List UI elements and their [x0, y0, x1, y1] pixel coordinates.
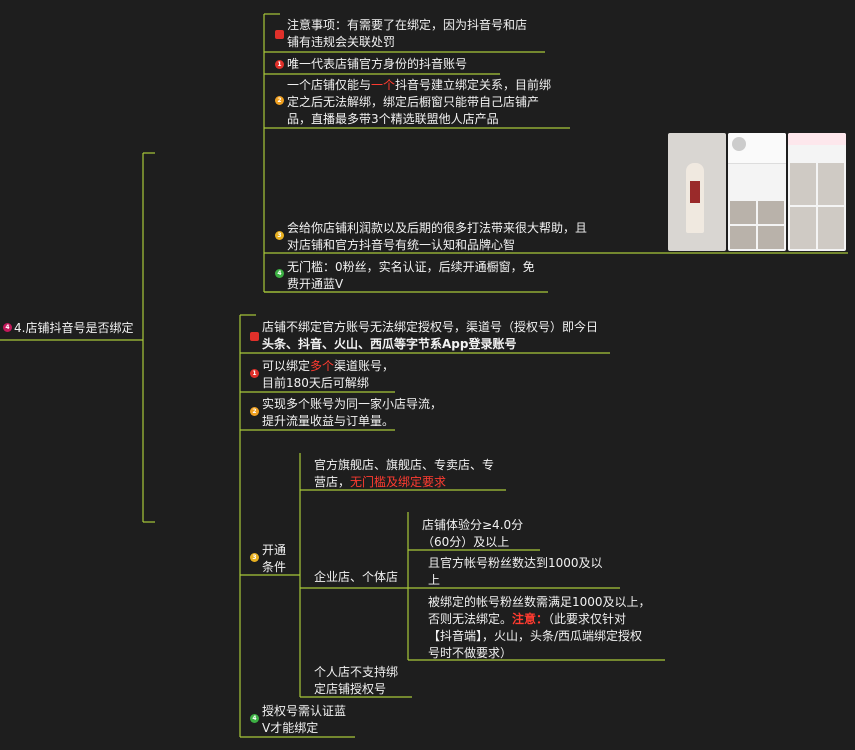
node-line: 号时不做要求）	[428, 646, 513, 660]
priority-1-icon: 1	[275, 60, 284, 69]
note-line: 铺有违规会关联处罚	[287, 35, 396, 49]
node-line: 否则无法绑定。注意：（此要求仅针对	[428, 611, 651, 628]
node-line: 店铺体验分≥4.0分	[422, 518, 524, 532]
node-line: 上	[428, 573, 441, 587]
requirement-bound-account[interactable]: 被绑定的帐号粉丝数需满足1000及以上， 否则无法绑定。注意：（此要求仅针对 【…	[428, 594, 651, 662]
top-node-1[interactable]: 唯一代表店铺官方身份的抖音账号	[287, 56, 467, 73]
priority-3-icon: 3	[250, 553, 259, 562]
requirement-score[interactable]: 店铺体验分≥4.0分 （60分）及以上	[422, 517, 523, 551]
text-run: 可以绑定	[262, 359, 311, 373]
node-line: 且官方帐号粉丝数达到1000及以	[428, 556, 603, 570]
text-run: 渠道账号，	[334, 359, 395, 373]
highlight-text: 无门槛及绑定要求	[350, 475, 447, 489]
priority-4-icon: 4	[275, 269, 284, 278]
priority-4-icon: 4	[250, 714, 259, 723]
open-conditions-node[interactable]: 开通 条件	[262, 542, 286, 576]
highlight-text: 一个	[371, 78, 396, 92]
node-line: 头条、抖音、火山、西瓜等字节系App登录账号	[262, 337, 517, 351]
priority-4-icon: 4	[3, 323, 12, 332]
bottom-node-1[interactable]: 可以绑定多个渠道账号， 目前180天后可解绑	[262, 358, 394, 392]
node-line: 店铺不绑定官方账号无法绑定授权号，渠道号（授权号）即今日	[262, 319, 598, 336]
node-line: 被绑定的帐号粉丝数需满足1000及以上，	[428, 595, 651, 609]
requirement-followers[interactable]: 且官方帐号粉丝数达到1000及以 上	[428, 555, 603, 589]
top-node-4[interactable]: 无门槛：0粉丝，实名认证，后续开通橱窗，免 费开通蓝V	[287, 259, 535, 293]
highlight-text: 注意：	[512, 612, 549, 626]
node-line: （60分）及以上	[422, 535, 510, 549]
flag-icon	[275, 30, 284, 39]
node-line: 对店铺和官方抖音号有统一认知和品牌心智	[287, 238, 516, 252]
text-run: 店铺不绑定官方账号无法绑定授权号，渠道号（授权号）即今日	[262, 320, 599, 334]
node-line: 目前180天后可解绑	[262, 376, 369, 390]
root-label: 4.店铺抖音号是否绑定	[14, 321, 134, 335]
priority-2-icon: 2	[275, 96, 284, 105]
condition-enterprise[interactable]: 企业店、个体店	[314, 569, 398, 586]
text-run: 一个店铺仅能与	[287, 78, 372, 92]
node-line: 会给你店铺利润款以及后期的很多打法带来很大帮助，且	[287, 221, 588, 235]
node-line: 营店，无门槛及绑定要求	[314, 474, 494, 491]
bottom-node-4[interactable]: 授权号需认证蓝 V才能绑定	[262, 703, 346, 737]
node-line: 开通	[262, 543, 287, 557]
root-topic[interactable]: 4.店铺抖音号是否绑定	[14, 320, 133, 337]
text-run: （此要求仅针对	[548, 612, 627, 626]
node-line: 定之后无法解绑，绑定后橱窗只能带自己店铺产	[287, 95, 540, 109]
node-line: 授权号需认证蓝	[262, 704, 347, 718]
node-line: 【抖音端】，火山，头条/西瓜端绑定授权	[428, 629, 643, 643]
node-line: 费开通蓝V	[287, 277, 344, 291]
thumbnail-profile	[728, 133, 786, 251]
node-line: 无门槛：0粉丝，实名认证，后续开通橱窗，免	[287, 260, 535, 274]
bottom-note-node[interactable]: 店铺不绑定官方账号无法绑定授权号，渠道号（授权号）即今日 头条、抖音、火山、西瓜…	[262, 319, 598, 353]
thumbnail-shop	[788, 133, 846, 251]
text-run: 营店，	[314, 475, 351, 489]
node-line: 一个店铺仅能与一个抖音号建立绑定关系，目前绑	[287, 77, 551, 94]
node-line: 品，直播最多带3个精选联盟他人店产品	[287, 112, 499, 126]
node-line: V才能绑定	[262, 721, 319, 735]
node-line: 官方旗舰店、旗舰店、专卖店、专	[314, 458, 495, 472]
node-line: 条件	[262, 560, 287, 574]
bottom-node-2[interactable]: 实现多个账号为同一家小店导流， 提升流量收益与订单量。	[262, 396, 442, 430]
node-line: 个人店不支持绑	[314, 665, 399, 679]
priority-2-icon: 2	[250, 407, 259, 416]
top-node-3[interactable]: 会给你店铺利润款以及后期的很多打法带来很大帮助，且 对店铺和官方抖音号有统一认知…	[287, 220, 587, 254]
screenshot-thumbnails[interactable]	[668, 133, 846, 251]
priority-3-icon: 3	[275, 231, 284, 240]
flag-icon	[250, 332, 259, 341]
condition-flagship[interactable]: 官方旗舰店、旗舰店、专卖店、专 营店，无门槛及绑定要求	[314, 457, 494, 491]
thumbnail-video	[668, 133, 726, 251]
top-note-node[interactable]: 注意事项：有需要了在绑定，因为抖音号和店 铺有违规会关联处罚	[287, 17, 527, 51]
node-text: 唯一代表店铺官方身份的抖音账号	[287, 57, 468, 71]
top-node-2[interactable]: 一个店铺仅能与一个抖音号建立绑定关系，目前绑 定之后无法解绑，绑定后橱窗只能带自…	[287, 77, 551, 128]
node-line: 定店铺授权号	[314, 682, 387, 696]
highlight-text: 多个	[310, 359, 335, 373]
node-line: 可以绑定多个渠道账号，	[262, 358, 394, 375]
note-line: 注意事项：有需要了在绑定，因为抖音号和店	[287, 18, 528, 32]
node-text: 企业店、个体店	[314, 570, 399, 584]
text-run: 抖音号建立绑定关系，目前绑	[395, 78, 552, 92]
text-run: 否则无法绑定。	[428, 612, 513, 626]
node-line: 实现多个账号为同一家小店导流，	[262, 397, 443, 411]
priority-1-icon: 1	[250, 369, 259, 378]
condition-personal[interactable]: 个人店不支持绑 定店铺授权号	[314, 664, 398, 698]
mindmap-canvas: 4 4.店铺抖音号是否绑定 注意事项：有需要了在绑定，因为抖音号和店 铺有违规会…	[0, 0, 855, 750]
node-line: 提升流量收益与订单量。	[262, 414, 395, 428]
